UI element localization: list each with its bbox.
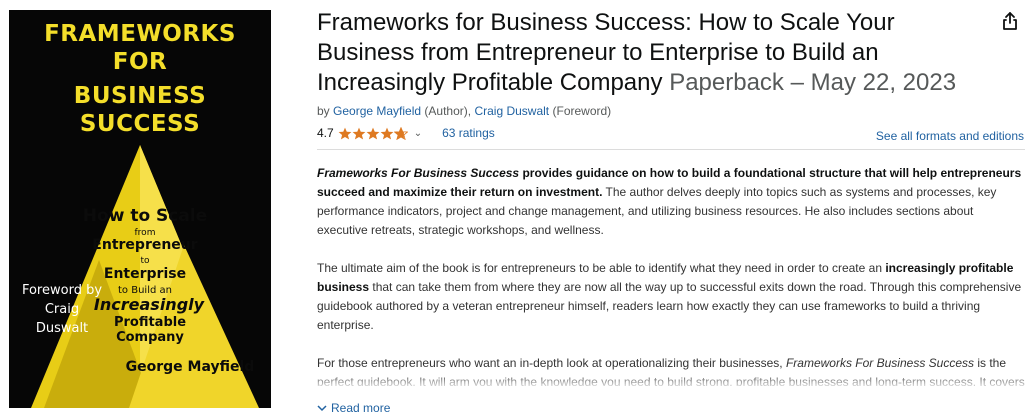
product-title: Frameworks for Business Success: How to … [317, 8, 977, 98]
description-paragraph: The ultimate aim of the book is for entr… [317, 259, 1025, 335]
chevron-down-icon[interactable]: ⌄ [414, 128, 422, 139]
cover-subtitle: Enterprise [103, 266, 187, 282]
rating-value: 4.7 [317, 126, 334, 140]
description-paragraph: Frameworks For Business Success provides… [317, 164, 1025, 240]
description-text: The ultimate aim of the book is for entr… [317, 261, 886, 275]
rating-row: 4.7 ⌄ 63 ratings [317, 126, 495, 140]
byline-by: by [317, 104, 330, 118]
star-full-icon [338, 127, 352, 139]
cover-subtitle: How to Scale [82, 206, 208, 226]
product-format: Paperback – May 22, 2023 [669, 69, 957, 96]
author-role: (Foreword) [552, 104, 612, 118]
description-fade [317, 372, 1025, 390]
chevron-down-icon [317, 405, 327, 412]
author-link-craig-duswalt[interactable]: Craig Duswalt [474, 104, 549, 118]
cover-subtitle: to [140, 256, 150, 266]
description-book-title: Frameworks For Business Success [785, 356, 975, 370]
star-rating[interactable] [338, 126, 408, 140]
cover-foreword: Duswalt [35, 321, 89, 336]
star-half-icon [393, 126, 408, 140]
share-icon[interactable] [999, 10, 1021, 32]
star-full-icon [366, 127, 380, 139]
book-description: Frameworks For Business Success provides… [317, 164, 1025, 386]
author-role: (Author), [424, 104, 472, 118]
cover-subtitle: Entrepreneur [92, 237, 198, 253]
cover-foreword: Foreword by [21, 283, 103, 298]
cover-title-line: SUCCESS [79, 111, 201, 137]
description-text: For those entrepreneurs who want an in-d… [317, 356, 786, 370]
cover-title-line: FOR [112, 49, 168, 75]
star-full-icon [352, 127, 366, 139]
book-cover-image[interactable]: FRAMEWORKS FOR BUSINESS SUCCESS How to S… [9, 10, 271, 408]
divider [317, 149, 1025, 150]
description-text: that can take them from where they are n… [317, 280, 1022, 332]
author-link-george-mayfield[interactable]: George Mayfield [333, 104, 421, 118]
read-more-label: Read more [331, 401, 391, 415]
cover-title-line: BUSINESS [73, 83, 207, 109]
read-more-button[interactable]: Read more [317, 401, 390, 415]
cover-title-line: FRAMEWORKS [44, 21, 236, 47]
star-full-icon [380, 127, 394, 139]
description-book-title: Frameworks For Business Success [317, 166, 520, 180]
cover-author: George Mayfield [125, 359, 255, 375]
ratings-count-link[interactable]: 63 ratings [442, 126, 495, 140]
see-all-formats-link[interactable]: See all formats and editions [876, 129, 1024, 143]
cover-foreword: Craig [44, 302, 80, 317]
byline: by George Mayfield (Author), Craig Duswa… [317, 104, 611, 118]
